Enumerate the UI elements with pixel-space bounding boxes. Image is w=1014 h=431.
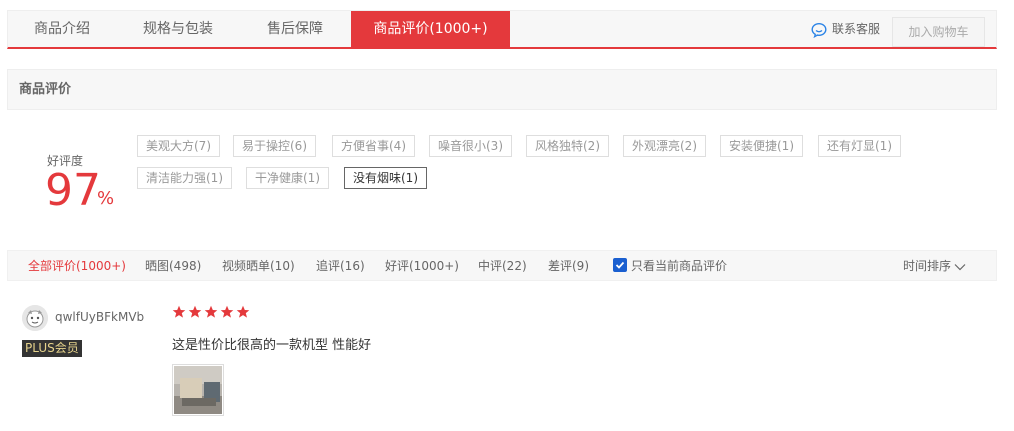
review-filter-bar: 全部评价(1000+) 晒图(498) 视频晒单(10) 追评(16) 好评(1…	[7, 250, 997, 281]
chevron-down-icon	[954, 263, 966, 270]
review-tag[interactable]: 风格独特(2)	[526, 135, 609, 157]
review-tag-selected[interactable]: 没有烟味(1)	[344, 167, 427, 189]
comment-text: 这是性价比很高的一款机型 性能好	[172, 338, 372, 353]
rating-value: 97	[45, 165, 101, 216]
sort-label: 时间排序	[903, 259, 952, 273]
contact-service-link[interactable]: 联系客服	[811, 11, 880, 48]
contact-service-label: 联系客服	[832, 22, 881, 36]
star-rating	[172, 305, 250, 319]
tab-specs-packaging[interactable]: 规格与包装	[116, 11, 240, 48]
filter-videos[interactable]: 视频晒单(10)	[222, 251, 295, 282]
username: qwlfUyBFkMVb	[55, 310, 145, 324]
review-tag[interactable]: 清洁能力强(1)	[137, 167, 232, 189]
review-tag[interactable]: 方便省事(4)	[332, 135, 415, 157]
star-icon	[172, 305, 186, 318]
user-avatar-icon	[22, 305, 48, 331]
only-current-label[interactable]: 只看当前商品评价	[631, 251, 727, 282]
review-tag[interactable]: 易于操控(6)	[233, 135, 316, 157]
review-tag[interactable]: 外观漂亮(2)	[623, 135, 706, 157]
star-icon	[220, 305, 234, 318]
chat-bubble-icon	[811, 22, 827, 38]
review-photo-thumbnail[interactable]	[172, 364, 224, 416]
avatar	[22, 305, 48, 331]
filter-positive[interactable]: 好评(1000+)	[385, 251, 459, 282]
checkmark-icon	[615, 261, 625, 269]
rating-unit: %	[97, 188, 115, 209]
star-icon	[188, 305, 202, 318]
section-title: 商品评价	[7, 69, 997, 110]
filter-photos[interactable]: 晒图(498)	[145, 251, 201, 282]
review-tag[interactable]: 还有灯显(1)	[818, 135, 901, 157]
star-icon	[236, 305, 250, 318]
filter-all[interactable]: 全部评价(1000+)	[28, 251, 126, 282]
add-to-cart-button[interactable]: 加入购物车	[892, 17, 985, 47]
tab-product-intro[interactable]: 商品介绍	[8, 11, 116, 48]
star-icon	[204, 305, 218, 318]
tab-after-sales[interactable]: 售后保障	[240, 11, 350, 48]
filter-followups[interactable]: 追评(16)	[316, 251, 365, 282]
filter-negative[interactable]: 差评(9)	[548, 251, 589, 282]
product-tab-bar: 商品介绍 规格与包装 售后保障 商品评价(1000+) 联系客服 加入购物车	[7, 10, 997, 49]
review-photo	[174, 366, 222, 414]
tab-reviews[interactable]: 商品评价(1000+)	[351, 11, 510, 48]
review-tag[interactable]: 干净健康(1)	[246, 167, 329, 189]
filter-neutral[interactable]: 中评(22)	[478, 251, 527, 282]
only-current-checkbox[interactable]	[613, 258, 627, 272]
sort-by-time-dropdown[interactable]: 时间排序	[903, 251, 966, 282]
plus-member-badge: PLUS会员	[22, 340, 82, 357]
review-tag[interactable]: 噪音很小(3)	[429, 135, 512, 157]
review-tag[interactable]: 美观大方(7)	[137, 135, 220, 157]
review-tag[interactable]: 安装便捷(1)	[720, 135, 803, 157]
